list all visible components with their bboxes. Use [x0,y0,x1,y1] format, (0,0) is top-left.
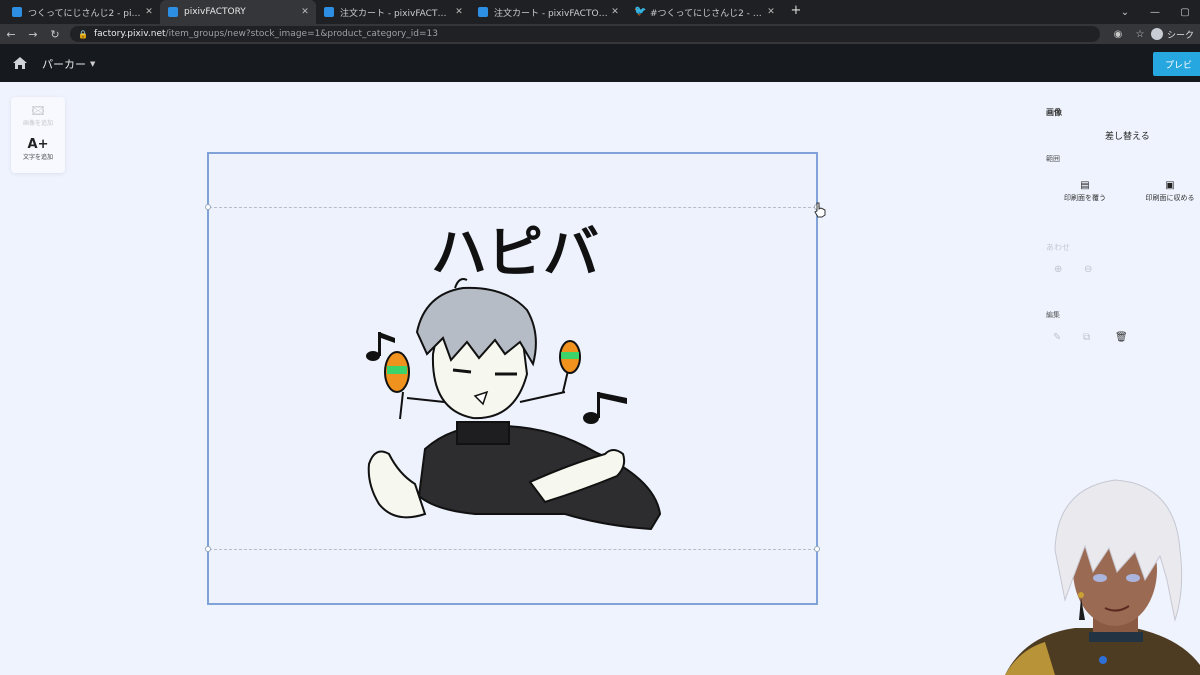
product-selector[interactable]: パーカー ▼ [42,56,95,72]
url-path: /item_groups/new?stock_image=1&product_c… [165,29,438,39]
range-heading: 範囲 [1046,155,1060,163]
edit-pencil-icon[interactable]: ✎ [1053,332,1061,343]
resize-handle[interactable] [205,204,211,210]
artwork-title-text: ハピバ [431,221,599,286]
pixiv-favicon-icon [324,7,334,17]
reload-icon[interactable]: ↻ [44,28,66,41]
browser-tab-title: 注文カート - pixivFACTORY [494,8,608,19]
resize-handle[interactable] [205,546,211,552]
cover-area-icon: ▤ [1080,180,1090,191]
close-tab-icon[interactable]: ✕ [764,7,778,17]
tool-panel: 🖾 画像を追加 A+ 文字を追加 [11,97,65,173]
streamer-avatar-overlay [1005,479,1200,675]
new-tab-button[interactable]: + [788,3,804,19]
home-icon[interactable] [12,56,28,70]
back-icon[interactable]: ← [0,28,22,41]
add-image-tool[interactable]: 🖾 画像を追加 [11,104,65,127]
preview-button[interactable]: プレビ [1153,52,1200,76]
browser-tab-3[interactable]: 注文カート - pixivFACTORY ✕ [316,0,470,24]
browser-tab-title: #つくってにじさんじ2 - Twitter検索 / [650,8,764,19]
close-tab-icon[interactable]: ✕ [608,7,622,17]
maraca-left [384,351,410,420]
browser-tab-title: pixivFACTORY [184,7,246,17]
maraca-right [559,340,581,393]
pixiv-favicon-icon [12,7,22,17]
print-area-top-guide [209,207,816,208]
edit-heading: 編集 [1046,311,1060,319]
add-text-tool[interactable]: A+ 文字を追加 [11,137,65,162]
browser-tab-2[interactable]: pixivFACTORY ✕ [160,0,316,24]
window-controls: ⌄ — ▢ [1110,0,1200,24]
forward-icon[interactable]: → [22,28,44,41]
address-bar[interactable]: 🔒 factory.pixiv.net/item_groups/new?stoc… [70,26,1100,42]
twitter-favicon-icon: 🐦 [634,6,647,17]
browser-toolbar: ← → ↻ 🔒 factory.pixiv.net/item_groups/ne… [0,24,1200,44]
browser-tab-title: 注文カート - pixivFACTORY [340,8,452,19]
browser-tab-title: つくってにじさんじ2 - pixivFACTORY [28,8,142,19]
incognito-icon[interactable]: ◉ [1107,29,1129,40]
profile-avatar-icon [1150,28,1163,40]
browser-tab-1[interactable]: つくってにじさんじ2 - pixivFACTORY ✕ [4,0,160,24]
close-tab-icon[interactable]: ✕ [142,7,156,17]
align-horizontal-icon[interactable]: ⊕ [1054,264,1062,275]
left-hand [367,450,427,519]
replace-image-button[interactable]: 差し替える [1105,129,1150,142]
browser-tab-4[interactable]: 注文カート - pixivFACTORY ✕ [470,0,626,24]
text-add-icon: A+ [27,137,49,152]
chevron-down-icon: ▼ [90,60,96,68]
add-image-label: 画像を追加 [22,120,53,127]
add-text-label: 文字を追加 [22,154,53,161]
align-vertical-icon[interactable]: ⊖ [1084,264,1092,275]
profile-button[interactable]: シーク [1150,28,1200,41]
image-add-icon: 🖾 [31,104,45,118]
cover-print-area-option[interactable]: ▤ 印刷面を覆う [1055,179,1115,203]
profile-label: シーク [1166,30,1194,41]
duplicate-icon[interactable]: ⧉ [1083,332,1090,343]
hand-cursor-icon [814,202,826,218]
tab-search-icon[interactable]: ⌄ [1110,7,1140,18]
resize-handle[interactable] [814,546,820,552]
turtleneck-collar [456,421,510,445]
url-host: factory.pixiv.net [93,29,166,39]
align-heading: あわせ [1046,243,1070,252]
maximize-icon[interactable]: ▢ [1170,7,1200,18]
fit-area-icon: ▣ [1165,180,1175,191]
pixiv-favicon-icon [478,7,488,17]
pixiv-favicon-icon [168,7,178,17]
fit-print-area-option[interactable]: ▣ 印刷面に収める [1140,179,1200,203]
fit-option-label: 印刷面に収める [1145,194,1195,202]
music-note-right [583,392,627,424]
lock-icon: 🔒 [78,29,88,39]
delete-trash-icon[interactable]: 🗑 [1115,332,1128,343]
cover-option-label: 印刷面を覆う [1064,194,1106,202]
product-selector-label: パーカー [42,58,86,71]
minimize-icon[interactable]: — [1140,7,1170,18]
bookmark-star-icon[interactable]: ☆ [1129,29,1151,40]
close-tab-icon[interactable]: ✕ [298,7,312,17]
close-tab-icon[interactable]: ✕ [452,7,466,17]
app-header: パーカー ▼ プレビ [0,44,1200,82]
toolbar-right: ◉ ☆ シーク [1107,24,1200,44]
browser-tab-strip: つくってにじさんじ2 - pixivFACTORY ✕ pixivFACTORY… [0,0,1200,24]
print-area-bottom-guide [209,549,816,550]
uploaded-illustration[interactable]: ハピバ [355,214,675,539]
image-heading: 画像 [1046,108,1062,117]
browser-tab-5[interactable]: 🐦 #つくってにじさんじ2 - Twitter検索 / ✕ [626,0,782,24]
